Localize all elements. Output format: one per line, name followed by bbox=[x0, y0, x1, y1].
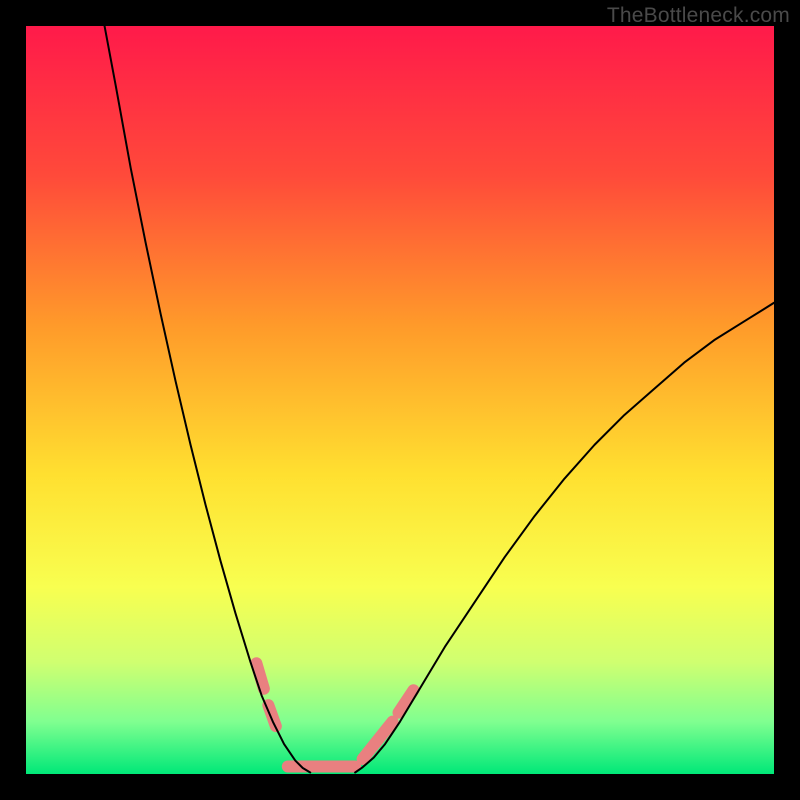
watermark-text: TheBottleneck.com bbox=[607, 4, 790, 28]
chart-svg bbox=[26, 26, 774, 774]
chart-frame: TheBottleneck.com bbox=[0, 0, 800, 800]
plot-area bbox=[26, 26, 774, 774]
gradient-background bbox=[26, 26, 774, 774]
